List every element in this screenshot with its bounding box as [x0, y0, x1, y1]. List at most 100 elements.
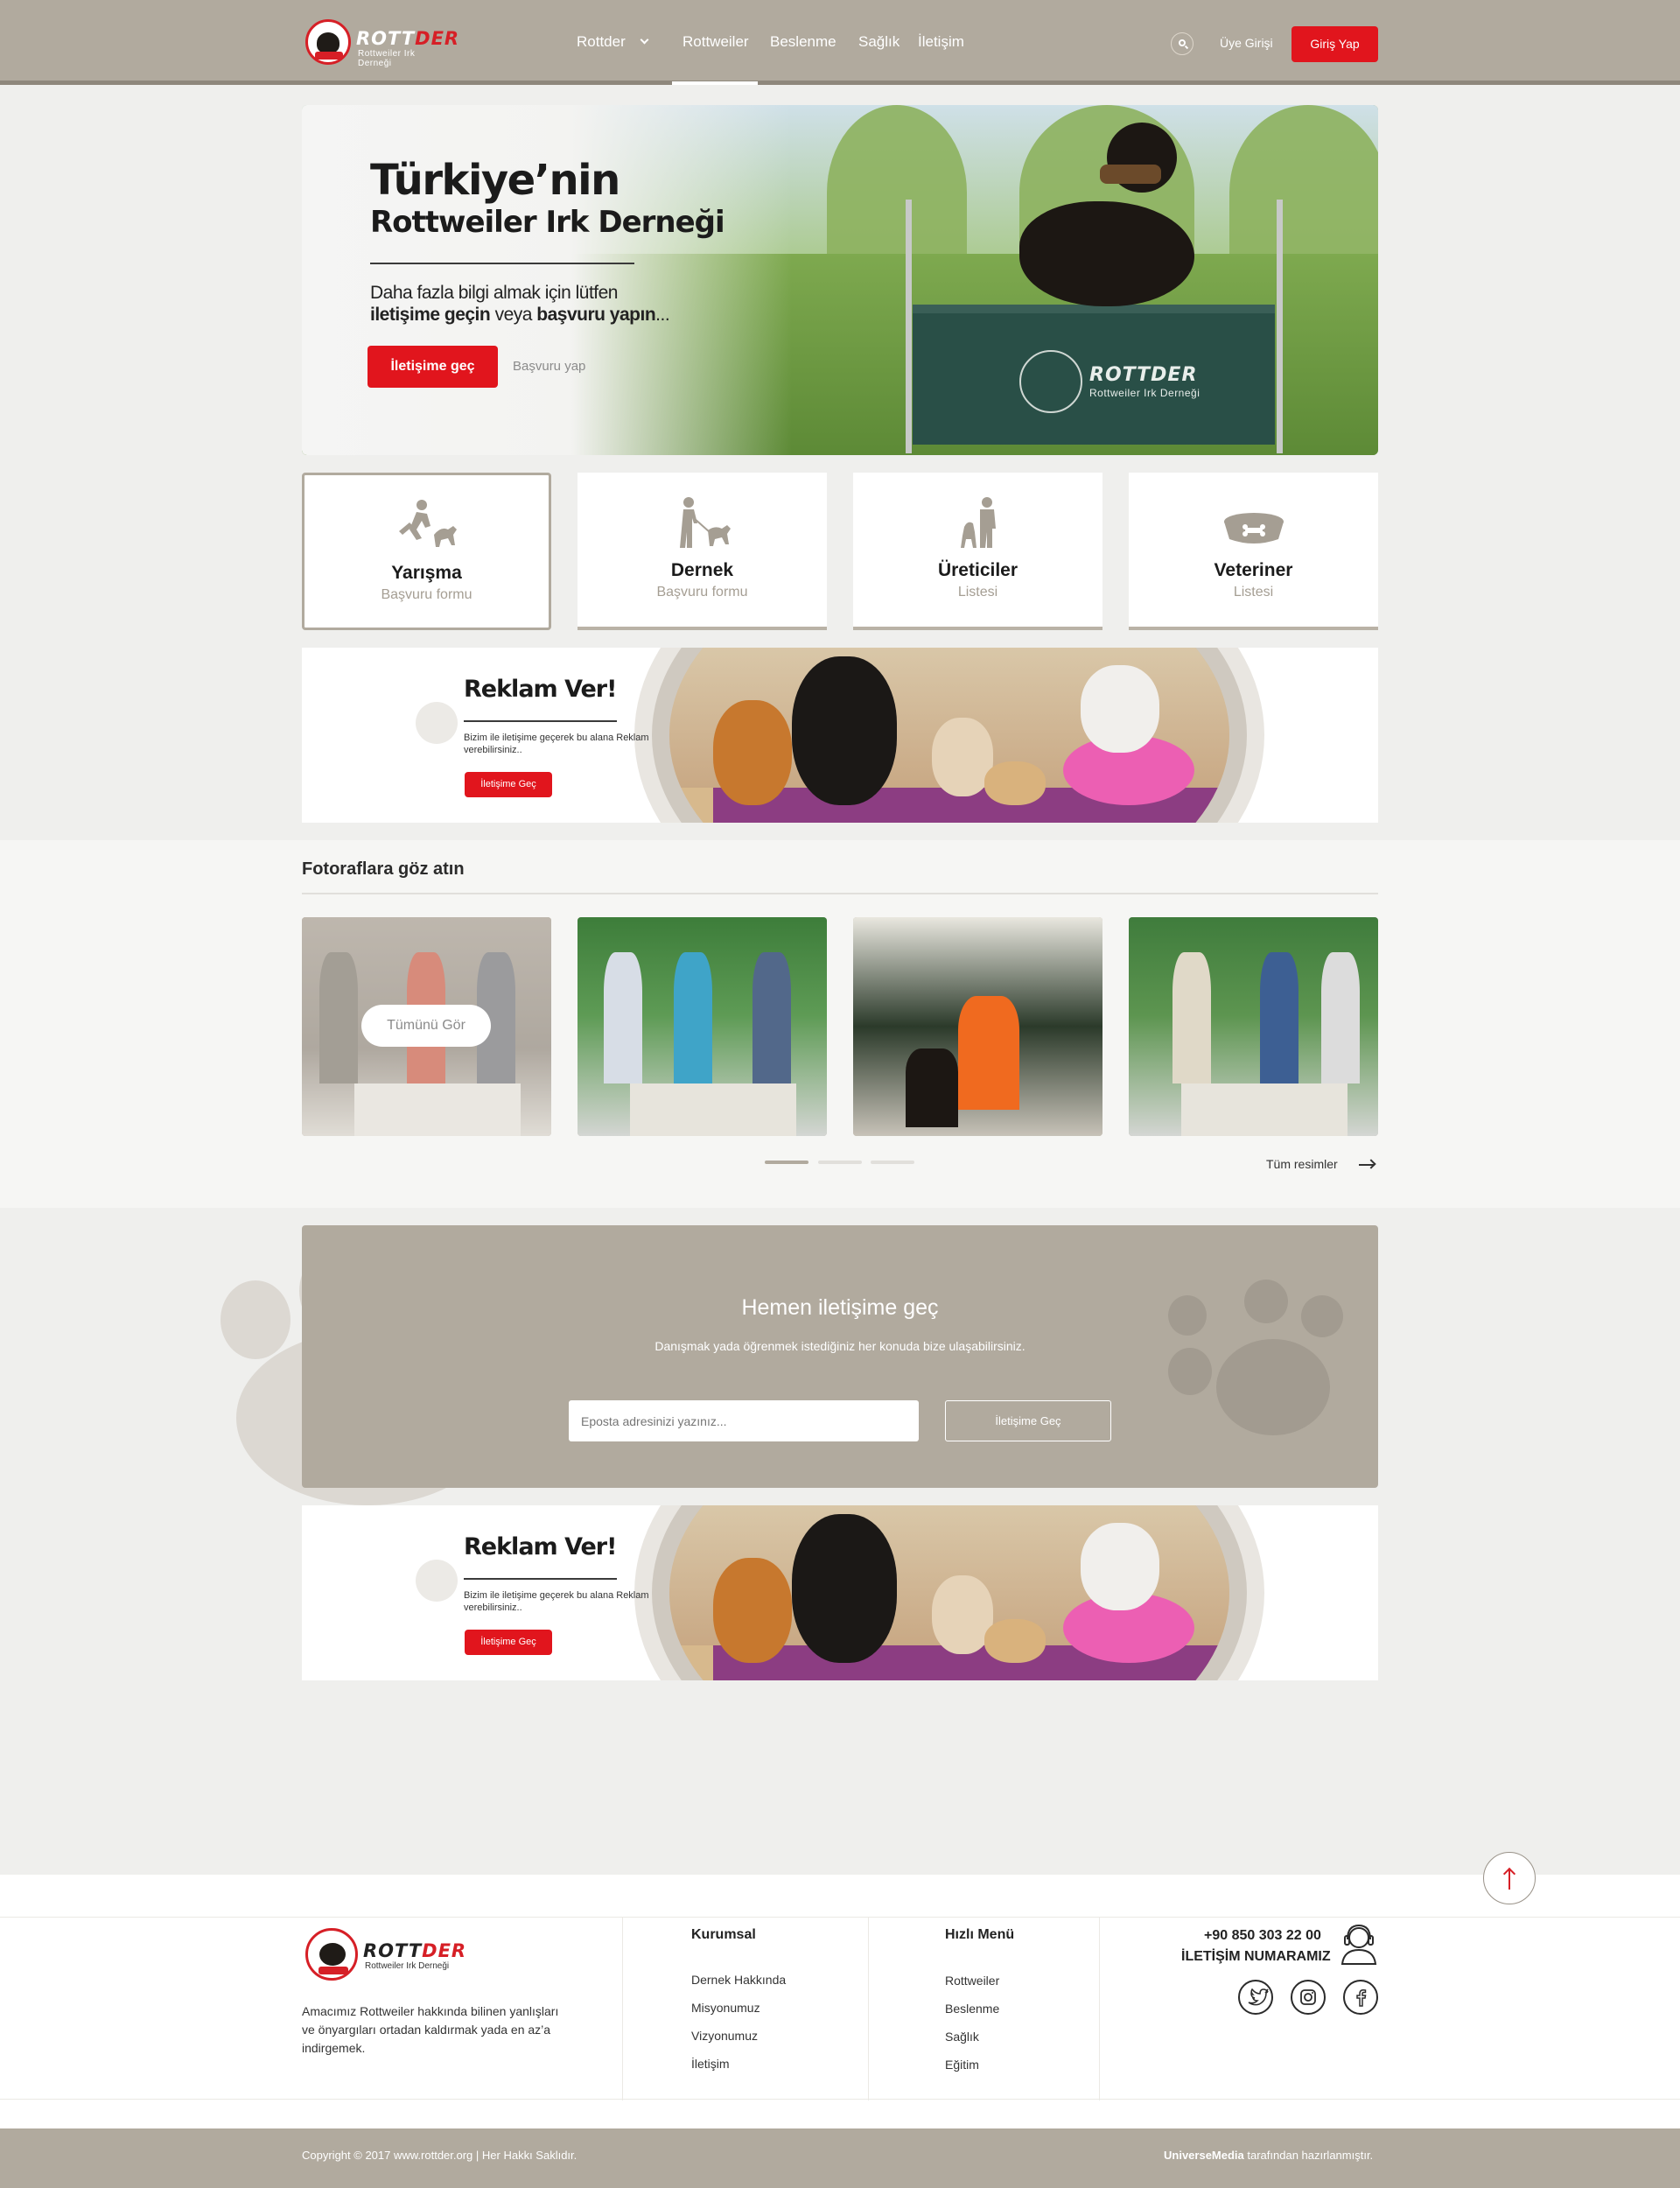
- see-all-button[interactable]: Tümünü Gör: [361, 1005, 491, 1047]
- footer-link-iletisim[interactable]: İletişim: [691, 2057, 730, 2071]
- gallery-photo[interactable]: [1129, 917, 1378, 1136]
- contact-section: Hemen iletişime geç Danışmak yada öğrenm…: [302, 1225, 1378, 1488]
- credit-text: UniverseMedia tarafından hazırlanmıştır.: [1164, 2149, 1374, 2162]
- dog-bowl-icon: [1223, 513, 1284, 543]
- footer-column-divider: [622, 1917, 623, 2100]
- card-subtitle: Listesi: [957, 585, 998, 600]
- card-subtitle: Başvuru formu: [381, 587, 472, 602]
- card-title: Yarışma: [391, 563, 462, 583]
- footer-link-dernek-hakkinda[interactable]: Dernek Hakkında: [691, 1973, 786, 1987]
- support-agent-icon: [1340, 1924, 1377, 1965]
- gallery-photo[interactable]: [853, 917, 1102, 1136]
- card-title: Veteriner: [1214, 560, 1293, 580]
- hero-description: Daha fazla bilgi almak için lütfen: [370, 283, 619, 303]
- nav-beslenme[interactable]: Beslenme: [770, 33, 836, 51]
- gallery-photo[interactable]: [578, 917, 827, 1136]
- carousel-dot-1[interactable]: [765, 1161, 808, 1164]
- footer-logo-subtitle: Rottweiler Irk Derneği: [365, 1961, 450, 1971]
- copyright-text: Copyright © 2017 www.rottder.org | Her H…: [302, 2149, 578, 2162]
- footer-link-saglik[interactable]: Sağlık: [945, 2030, 979, 2044]
- footer-link-misyonumuz[interactable]: Misyonumuz: [691, 2001, 760, 2015]
- facebook-icon[interactable]: [1343, 1980, 1378, 2015]
- hero-contact-button[interactable]: İletişime geç: [368, 346, 498, 388]
- rottweiler-image: [1019, 201, 1194, 306]
- hero-title: Türkiye’nin: [370, 156, 620, 205]
- banner-subtitle: Rottweiler Irk Derneği: [1089, 387, 1200, 399]
- hero-subtitle: Rottweiler Irk Derneği: [370, 205, 725, 240]
- ad-contact-button[interactable]: İletişime Geç: [465, 772, 552, 797]
- contact-subtitle: Danışmak yada öğrenmek istediğiniz her k…: [654, 1339, 1026, 1353]
- footer-hizli-menu-title: Hızlı Menü: [945, 1927, 1015, 1942]
- hero-divider: [370, 263, 634, 264]
- paw-decor-icon: [220, 1280, 290, 1359]
- footer-link-beslenme[interactable]: Beslenme: [945, 2002, 999, 2016]
- all-photos-link[interactable]: Tüm resimler: [1266, 1157, 1338, 1171]
- nav-rottder[interactable]: Rottder: [577, 33, 626, 51]
- decor-circle: [416, 1560, 458, 1602]
- footer-phone-label: İLETİŞİM NUMARAMIZ: [1181, 1949, 1331, 1964]
- scroll-to-top-button[interactable]: [1483, 1852, 1536, 1904]
- gallery-photo[interactable]: Tümünü Gör: [302, 917, 551, 1136]
- nav-active-indicator: [672, 81, 758, 85]
- logo-badge-icon: [305, 1928, 358, 1981]
- banner-text: ROTTDER: [1089, 364, 1198, 386]
- ad-title: Reklam Ver!: [464, 1533, 617, 1560]
- card-title: Üreticiler: [937, 560, 1018, 580]
- logo-subtitle: Rottweiler Irk Derneği: [358, 49, 416, 68]
- card-ureticiler[interactable]: Üreticiler Listesi: [853, 473, 1102, 630]
- ad-divider: [464, 720, 617, 722]
- footer-link-egitim[interactable]: Eğitim: [945, 2058, 979, 2072]
- ad-title: Reklam Ver!: [464, 676, 617, 703]
- footer-divider: [0, 1917, 1680, 1918]
- copyright-bar: [0, 2128, 1680, 2188]
- ad-contact-button[interactable]: İletişime Geç: [465, 1630, 552, 1655]
- logo-badge-icon: [305, 19, 351, 65]
- card-subtitle: Başvuru formu: [656, 585, 748, 600]
- footer-bottom-divider: [0, 2099, 1680, 2100]
- photos-section: [0, 840, 1680, 1208]
- decor-circle: [416, 702, 458, 744]
- carousel-dot-2[interactable]: [818, 1161, 862, 1164]
- card-subtitle: Listesi: [1233, 585, 1274, 600]
- ad-text: Bizim ile iletişime geçerek bu alana Rek…: [464, 1590, 649, 1613]
- site-logo[interactable]: ROTTDER Rottweiler Irk Derneği: [302, 18, 458, 68]
- runner-dog-icon: [398, 500, 457, 547]
- contact-submit-button[interactable]: İletişime Geç: [945, 1400, 1111, 1441]
- ad-banner[interactable]: Reklam Ver! Bizim ile iletişime geçerek …: [302, 648, 1378, 823]
- footer-phone[interactable]: +90 850 303 22 00: [1204, 1928, 1321, 1944]
- ad-banner[interactable]: Reklam Ver! Bizim ile iletişime geçerek …: [302, 1505, 1378, 1680]
- search-button[interactable]: [1171, 32, 1194, 55]
- footer-link-vizyonumuz[interactable]: Vizyonumuz: [691, 2029, 758, 2043]
- nav-iletisim[interactable]: İletişim: [918, 33, 964, 51]
- login-button[interactable]: Giriş Yap: [1292, 26, 1378, 62]
- dogs-image: [669, 1505, 1229, 1680]
- card-veteriner[interactable]: Veteriner Listesi: [1129, 473, 1378, 630]
- hero-description-line2: iletişime geçin veya başvuru yapın...: [370, 305, 670, 325]
- ad-text: Bizim ile iletişime geçerek bu alana Rek…: [464, 733, 649, 755]
- breeder-dog-icon: [960, 497, 996, 548]
- footer-column-divider: [1099, 1917, 1100, 2100]
- dogs-image: [669, 648, 1229, 823]
- ad-divider: [464, 1578, 617, 1580]
- footer-kurumsal-title: Kurumsal: [691, 1927, 756, 1942]
- site-footer: [0, 1875, 1680, 2128]
- contact-title: Hemen iletişime geç: [741, 1295, 939, 1320]
- photos-title: Fotoraflara göz atın: [302, 859, 465, 879]
- site-header: [0, 0, 1680, 85]
- footer-logo[interactable]: ROTTDER Rottweiler Irk Derneği: [305, 1928, 472, 1982]
- card-yarisma[interactable]: Yarışma Başvuru formu: [302, 473, 551, 630]
- carousel-dot-3[interactable]: [871, 1161, 914, 1164]
- footer-link-rottweiler[interactable]: Rottweiler: [945, 1974, 999, 1988]
- nav-saglik[interactable]: Sağlık: [858, 33, 900, 51]
- footer-column-divider: [868, 1917, 869, 2100]
- instagram-icon[interactable]: [1291, 1980, 1326, 2015]
- walker-dog-icon: [679, 497, 731, 548]
- email-input[interactable]: [569, 1400, 919, 1441]
- hero-apply-link[interactable]: Başvuru yap: [513, 359, 585, 374]
- card-title: Dernek: [670, 560, 734, 580]
- card-dernek[interactable]: Dernek Başvuru formu: [578, 473, 827, 630]
- twitter-icon[interactable]: [1238, 1980, 1273, 2015]
- nav-rottweiler[interactable]: Rottweiler: [682, 33, 749, 51]
- member-login-link[interactable]: Üye Girişi: [1220, 36, 1273, 50]
- banner-seal-icon: [1019, 350, 1082, 413]
